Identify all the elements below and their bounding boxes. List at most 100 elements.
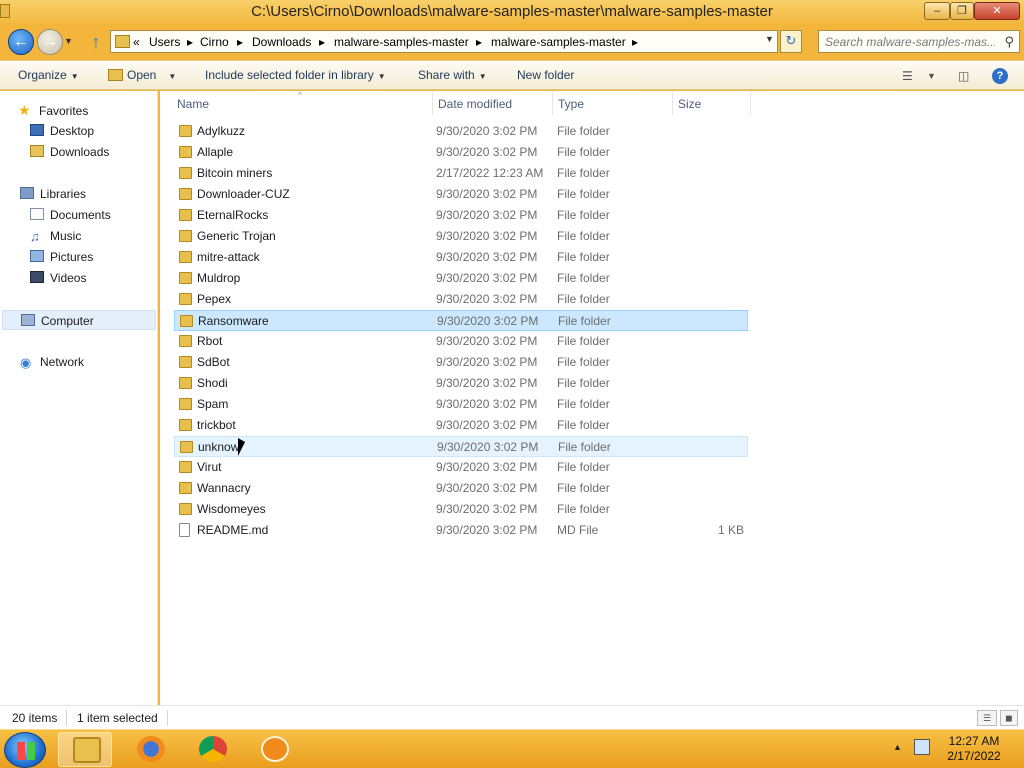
table-row[interactable]: Allaple 9/30/2020 3:02 PM File folder (174, 142, 748, 163)
folder-icon (179, 335, 192, 347)
table-row[interactable]: unknow 9/30/2020 3:02 PM File folder (174, 436, 748, 457)
breadcrumb-downloads[interactable]: Downloads (252, 35, 311, 49)
sidebar-item-pictures[interactable]: Pictures (30, 247, 93, 267)
change-view-icon[interactable]: ☰ (902, 69, 913, 83)
breadcrumb-cirno[interactable]: Cirno (200, 35, 229, 49)
table-row[interactable]: Downloader-CUZ 9/30/2020 3:02 PM File fold… (174, 184, 748, 205)
close-button[interactable]: ✕ (974, 2, 1020, 20)
address-history-dropdown[interactable]: ▼ (765, 34, 774, 44)
table-row[interactable]: Virut 9/30/2020 3:02 PM File folder (174, 457, 748, 478)
back-button[interactable]: ← (8, 29, 34, 55)
show-hidden-icons-button[interactable]: ▲ (893, 742, 902, 752)
sidebar-item-favorites[interactable]: ★ Favorites (18, 100, 88, 120)
breadcrumb-overflow[interactable]: « (133, 35, 140, 49)
breadcrumb-users[interactable]: Users (149, 35, 180, 49)
taskbar-app-ccleaner[interactable] (247, 732, 301, 767)
maximize-button[interactable]: ❐ (950, 2, 974, 20)
large-icons-view-icon[interactable]: ◼ (1000, 710, 1018, 726)
taskbar-app-explorer[interactable] (58, 732, 112, 767)
sidebar-item-documents[interactable]: Documents (30, 205, 111, 225)
preview-pane-icon[interactable]: ◫ (958, 69, 969, 83)
file-name: Spam (197, 397, 229, 411)
file-date: 9/30/2020 3:02 PM (436, 250, 538, 264)
breadcrumb-malware-samples-master[interactable]: malware-samples-master (334, 35, 469, 49)
sort-ascending-icon: ^ (298, 91, 302, 100)
folder-icon (179, 146, 192, 158)
table-row[interactable]: mitre-attack 9/30/2020 3:02 PM File folder (174, 247, 748, 268)
sidebar-item-libraries[interactable]: Libraries (20, 184, 86, 204)
file-name: Muldrop (197, 271, 241, 285)
table-row[interactable]: Shodi 9/30/2020 3:02 PM File folder (174, 373, 748, 394)
table-row[interactable]: Rbot 9/30/2020 3:02 PM File folder (174, 331, 748, 352)
refresh-button[interactable]: ↻ (780, 30, 802, 53)
table-row[interactable]: SdBot 9/30/2020 3:02 PM File folder (174, 352, 748, 373)
table-row[interactable]: Generic Trojan 9/30/2020 3:02 PM File fold… (174, 226, 748, 247)
sidebar-item-downloads[interactable]: Downloads (30, 142, 109, 162)
column-divider[interactable] (432, 91, 433, 115)
include-in-library-button[interactable]: Include selected folder in library ▼ (205, 68, 386, 82)
column-divider[interactable] (552, 91, 553, 115)
taskbar: ▲ 12:27 AM 2/17/2022 (0, 729, 1024, 768)
column-header-type[interactable]: Type (558, 97, 584, 111)
sidebar-item-videos[interactable]: Videos (30, 268, 86, 288)
table-row[interactable]: Spam 9/30/2020 3:02 PM File folder (174, 394, 748, 415)
view-options-dropdown[interactable]: ▼ (927, 71, 936, 81)
search-input[interactable] (819, 31, 995, 52)
column-divider[interactable] (750, 91, 751, 115)
sidebar-item-desktop[interactable]: Desktop (30, 121, 94, 141)
breadcrumb-malware-samples-master-current[interactable]: malware-samples-master (491, 35, 626, 49)
column-header-name[interactable]: Name (177, 97, 209, 111)
sidebar-item-computer[interactable]: Computer (2, 310, 156, 330)
details-view-icon[interactable]: ☰ (977, 710, 997, 726)
search-icon[interactable]: ⚲ (1004, 34, 1014, 50)
file-name: SdBot (197, 355, 230, 369)
breadcrumb-separator[interactable]: ▸ (632, 35, 638, 49)
file-name: mitre-attack (197, 250, 260, 264)
table-row[interactable]: Muldrop 9/30/2020 3:02 PM File folder (174, 268, 748, 289)
help-icon[interactable]: ? (992, 68, 1008, 84)
breadcrumb-separator[interactable]: ▸ (319, 35, 325, 49)
minimize-button[interactable]: – (924, 2, 950, 20)
column-header-size[interactable]: Size (678, 97, 701, 111)
file-type: File folder (557, 460, 610, 474)
clock-time: 12:27 AM (948, 734, 1000, 748)
start-button[interactable] (4, 732, 46, 768)
file-type: File folder (557, 187, 610, 201)
breadcrumb-separator[interactable]: ▸ (237, 35, 243, 49)
table-row[interactable]: README.md 9/30/2020 3:02 PM MD File 1 KB (174, 520, 748, 541)
table-row[interactable]: Wisdomeyes 9/30/2020 3:02 PM File folder (174, 499, 748, 520)
breadcrumb-separator[interactable]: ▸ (476, 35, 482, 49)
table-row[interactable]: Bitcoin miners 2/17/2022 12:23 AM File fol… (174, 163, 748, 184)
file-name: EternalRocks (197, 208, 269, 222)
search-box[interactable]: ⚲ (818, 30, 1020, 53)
table-row[interactable]: EternalRocks 9/30/2020 3:02 PM File folder (174, 205, 748, 226)
taskbar-app-chrome[interactable] (185, 732, 239, 767)
taskbar-app-firefox[interactable] (123, 732, 177, 767)
table-row[interactable]: trickbot 9/30/2020 3:02 PM File folder (174, 415, 748, 436)
table-row[interactable]: Ransomware 9/30/2020 3:02 PM File folder (174, 310, 748, 331)
folder-icon (179, 209, 192, 221)
sidebar-item-label: Documents (50, 208, 111, 222)
table-row[interactable]: Wannacry 9/30/2020 3:02 PM File folder (174, 478, 748, 499)
breadcrumb-separator[interactable]: ▸ (187, 35, 193, 49)
sidebar-item-music[interactable]: ♫ Music (30, 226, 81, 246)
table-row[interactable]: Adylkuzz 9/30/2020 3:02 PM File folder (174, 121, 748, 142)
forward-button[interactable]: → (37, 29, 63, 55)
system-clock[interactable]: 12:27 AM 2/17/2022 (936, 734, 1012, 764)
recent-pages-dropdown[interactable]: ▼ (64, 36, 76, 48)
address-bar[interactable]: « Users ▸ Cirno ▸ Downloads ▸ malware-sa… (110, 30, 778, 53)
sidebar-item-network[interactable]: ◉ Network (20, 352, 84, 372)
share-with-button[interactable]: Share with ▼ (418, 68, 487, 82)
sidebar-item-label: Favorites (39, 104, 89, 118)
table-row[interactable]: Pepex 9/30/2020 3:02 PM File folder (174, 289, 748, 310)
new-folder-button[interactable]: New folder (517, 68, 574, 82)
column-header-date[interactable]: Date modified (438, 97, 512, 111)
explorer-icon (73, 737, 101, 763)
up-arrow-icon[interactable]: ↑ (86, 32, 106, 52)
open-button[interactable]: Open ▼ (108, 68, 176, 82)
organize-button[interactable]: Organize ▼ (18, 68, 79, 82)
folder-icon (179, 398, 192, 410)
file-date: 9/30/2020 3:02 PM (436, 481, 538, 495)
column-divider[interactable] (672, 91, 673, 115)
network-tray-icon[interactable] (914, 739, 930, 755)
